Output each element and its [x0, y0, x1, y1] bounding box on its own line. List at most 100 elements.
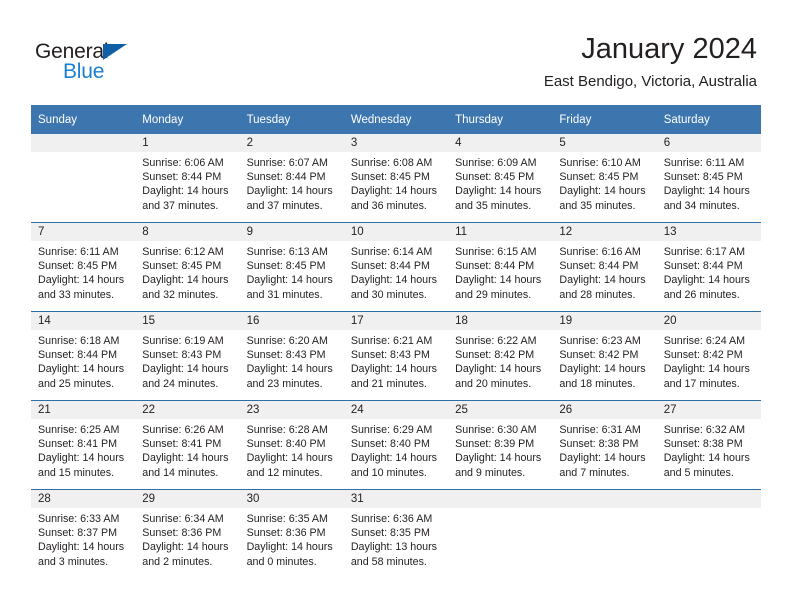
calendar-day-cell[interactable]: 7 Sunrise: 6:11 AM Sunset: 8:45 PM Daylight…: [31, 222, 136, 312]
sunrise-text: Sunrise: 6:29 AM: [350, 424, 433, 436]
daylight-text-line1: Daylight: 14 hours: [246, 274, 333, 287]
daylight-text-line2: and 34 minutes.: [663, 199, 740, 212]
day-details: Sunrise: 6:24 AM Sunset: 8:42 PM Daylight:…: [657, 330, 761, 391]
calendar-day-cell[interactable]: 19 Sunrise: 6:23 AM Sunset: 8:42 PM Dayligh…: [552, 311, 657, 401]
sunrise-text: Sunrise: 6:21 AM: [350, 335, 433, 347]
sunset-text: Sunset: 8:39 PM: [455, 438, 535, 451]
weekday-header-monday: Monday: [135, 105, 240, 134]
calendar-day-cell[interactable]: 28 Sunrise: 6:33 AM Sunset: 8:37 PM Dayligh…: [31, 489, 136, 578]
sunrise-text: Sunrise: 6:22 AM: [455, 335, 537, 347]
calendar-day-cell-empty: [448, 489, 553, 578]
sunrise-text: Sunrise: 6:11 AM: [663, 157, 745, 169]
calendar-day-cell[interactable]: 30 Sunrise: 6:35 AM Sunset: 8:36 PM Dayligh…: [239, 489, 344, 578]
daylight-text-line2: and 5 minutes.: [663, 466, 734, 479]
day-number: 4: [448, 134, 553, 152]
calendar-day-cell[interactable]: 26 Sunrise: 6:31 AM Sunset: 8:38 PM Dayligh…: [552, 400, 657, 490]
sunrise-text: Sunrise: 6:15 AM: [455, 246, 537, 258]
daylight-text-line2: and 58 minutes.: [350, 555, 427, 568]
day-number: 27: [656, 401, 761, 419]
daylight-text-line1: Daylight: 14 hours: [559, 185, 646, 198]
sunrise-text: Sunrise: 6:11 AM: [38, 246, 119, 258]
calendar-day-cell[interactable]: 27 Sunrise: 6:32 AM Sunset: 8:38 PM Dayligh…: [656, 400, 761, 490]
general-blue-logo[interactable]: General Blue: [35, 40, 165, 83]
day-details: Sunrise: 6:22 AM Sunset: 8:42 PM Daylight:…: [448, 330, 552, 391]
calendar-week-row: 7 Sunrise: 6:11 AM Sunset: 8:45 PM Daylight…: [31, 222, 761, 312]
day-number: 21: [31, 401, 136, 419]
day-number: [448, 490, 553, 508]
sunrise-text: Sunrise: 6:08 AM: [350, 157, 433, 169]
calendar-day-cell[interactable]: 14 Sunrise: 6:18 AM Sunset: 8:44 PM Dayligh…: [31, 311, 136, 401]
calendar-day-cell[interactable]: 20 Sunrise: 6:24 AM Sunset: 8:42 PM Dayligh…: [656, 311, 761, 401]
calendar-day-cell[interactable]: 12 Sunrise: 6:16 AM Sunset: 8:44 PM Dayligh…: [552, 222, 657, 312]
sunrise-text: Sunrise: 6:12 AM: [142, 246, 224, 258]
daylight-text-line1: Daylight: 14 hours: [142, 541, 229, 554]
sunset-text: Sunset: 8:41 PM: [38, 438, 118, 451]
calendar-day-cell[interactable]: 16 Sunrise: 6:20 AM Sunset: 8:43 PM Dayligh…: [239, 311, 344, 401]
day-number: 20: [656, 312, 761, 330]
day-number: 9: [239, 223, 344, 241]
calendar-day-cell[interactable]: 1 Sunrise: 6:06 AM Sunset: 8:44 PM Daylight…: [135, 134, 240, 223]
calendar-day-cell[interactable]: 11 Sunrise: 6:15 AM Sunset: 8:44 PM Dayligh…: [448, 222, 553, 312]
calendar-day-cell[interactable]: 13 Sunrise: 6:17 AM Sunset: 8:44 PM Dayligh…: [656, 222, 761, 312]
sunset-text: Sunset: 8:43 PM: [350, 349, 430, 362]
sunrise-text: Sunrise: 6:25 AM: [38, 424, 120, 436]
calendar-day-cell[interactable]: 6 Sunrise: 6:11 AM Sunset: 8:45 PM Daylight…: [656, 134, 761, 223]
day-details: Sunrise: 6:06 AM Sunset: 8:44 PM Daylight:…: [135, 152, 239, 213]
daylight-text-line2: and 24 minutes.: [142, 377, 219, 390]
calendar-day-cell[interactable]: 31 Sunrise: 6:36 AM Sunset: 8:35 PM Dayligh…: [343, 489, 449, 578]
weekday-header-friday: Friday: [552, 105, 657, 134]
day-details: Sunrise: 6:13 AM Sunset: 8:45 PM Daylight:…: [240, 241, 344, 302]
daylight-text-line2: and 2 minutes.: [142, 555, 213, 568]
calendar-day-cell[interactable]: 18 Sunrise: 6:22 AM Sunset: 8:42 PM Dayligh…: [448, 311, 553, 401]
sunset-text: Sunset: 8:45 PM: [350, 171, 430, 184]
daylight-text-line2: and 21 minutes.: [350, 377, 427, 390]
daylight-text-line2: and 35 minutes.: [559, 199, 636, 212]
calendar-day-cell[interactable]: 15 Sunrise: 6:19 AM Sunset: 8:43 PM Dayligh…: [135, 311, 240, 401]
calendar-day-cell[interactable]: 4 Sunrise: 6:09 AM Sunset: 8:45 PM Daylight…: [448, 134, 553, 223]
daylight-text-line1: Daylight: 14 hours: [559, 452, 646, 465]
calendar-day-cell[interactable]: 22 Sunrise: 6:26 AM Sunset: 8:41 PM Dayligh…: [135, 400, 240, 490]
daylight-text-line2: and 37 minutes.: [246, 199, 323, 212]
calendar-day-cell[interactable]: 29 Sunrise: 6:34 AM Sunset: 8:36 PM Dayligh…: [135, 489, 240, 578]
day-details: Sunrise: 6:31 AM Sunset: 8:38 PM Daylight:…: [552, 419, 656, 480]
daylight-text-line1: Daylight: 14 hours: [559, 274, 646, 287]
sunset-text: Sunset: 8:42 PM: [455, 349, 535, 362]
sunset-text: Sunset: 8:44 PM: [455, 260, 535, 273]
day-details: Sunrise: 6:09 AM Sunset: 8:45 PM Daylight:…: [448, 152, 552, 213]
calendar-day-cell[interactable]: 25 Sunrise: 6:30 AM Sunset: 8:39 PM Dayligh…: [448, 400, 553, 490]
calendar-week-row: 1 Sunrise: 6:06 AM Sunset: 8:44 PM Daylight…: [31, 134, 761, 223]
day-number: [552, 490, 657, 508]
calendar-day-cell[interactable]: 5 Sunrise: 6:10 AM Sunset: 8:45 PM Daylight…: [552, 134, 657, 223]
calendar-header-row: Sunday Monday Tuesday Wednesday Thursday…: [31, 105, 761, 134]
calendar-day-cell[interactable]: 2 Sunrise: 6:07 AM Sunset: 8:44 PM Daylight…: [239, 134, 344, 223]
day-details: Sunrise: 6:30 AM Sunset: 8:39 PM Daylight:…: [448, 419, 552, 480]
day-number: 22: [135, 401, 240, 419]
daylight-text-line2: and 20 minutes.: [455, 377, 532, 390]
sunrise-text: Sunrise: 6:31 AM: [559, 424, 641, 436]
day-number: 25: [448, 401, 553, 419]
calendar-day-cell[interactable]: 10 Sunrise: 6:14 AM Sunset: 8:44 PM Dayligh…: [343, 222, 449, 312]
page-subtitle: East Bendigo, Victoria, Australia: [543, 73, 757, 90]
calendar-day-cell[interactable]: 3 Sunrise: 6:08 AM Sunset: 8:45 PM Daylight…: [343, 134, 449, 223]
day-details: Sunrise: 6:26 AM Sunset: 8:41 PM Daylight:…: [135, 419, 239, 480]
calendar-day-cell[interactable]: 23 Sunrise: 6:28 AM Sunset: 8:40 PM Dayligh…: [239, 400, 344, 490]
calendar-day-cell[interactable]: 17 Sunrise: 6:21 AM Sunset: 8:43 PM Dayligh…: [343, 311, 449, 401]
daylight-text-line1: Daylight: 14 hours: [38, 274, 125, 287]
sunrise-text: Sunrise: 6:20 AM: [246, 335, 328, 347]
sunset-text: Sunset: 8:44 PM: [142, 171, 222, 184]
daylight-text-line2: and 37 minutes.: [142, 199, 219, 212]
sunrise-text: Sunrise: 6:17 AM: [663, 246, 746, 258]
calendar-day-cell[interactable]: 8 Sunrise: 6:12 AM Sunset: 8:45 PM Daylight…: [135, 222, 240, 312]
daylight-text-line1: Daylight: 14 hours: [246, 185, 333, 198]
day-details: Sunrise: 6:21 AM Sunset: 8:43 PM Daylight:…: [344, 330, 448, 391]
day-details: Sunrise: 6:11 AM Sunset: 8:45 PM Daylight:…: [657, 152, 761, 213]
sunset-text: Sunset: 8:45 PM: [142, 260, 222, 273]
sunrise-text: Sunrise: 6:23 AM: [559, 335, 641, 347]
calendar-day-cell[interactable]: 9 Sunrise: 6:13 AM Sunset: 8:45 PM Daylight…: [239, 222, 344, 312]
day-number: 1: [135, 134, 240, 152]
day-number: 28: [31, 490, 136, 508]
sunset-text: Sunset: 8:44 PM: [38, 349, 118, 362]
calendar-day-cell[interactable]: 24 Sunrise: 6:29 AM Sunset: 8:40 PM Dayligh…: [343, 400, 449, 490]
daylight-text-line1: Daylight: 14 hours: [663, 274, 750, 287]
calendar-day-cell[interactable]: 21 Sunrise: 6:25 AM Sunset: 8:41 PM Dayligh…: [31, 400, 136, 490]
